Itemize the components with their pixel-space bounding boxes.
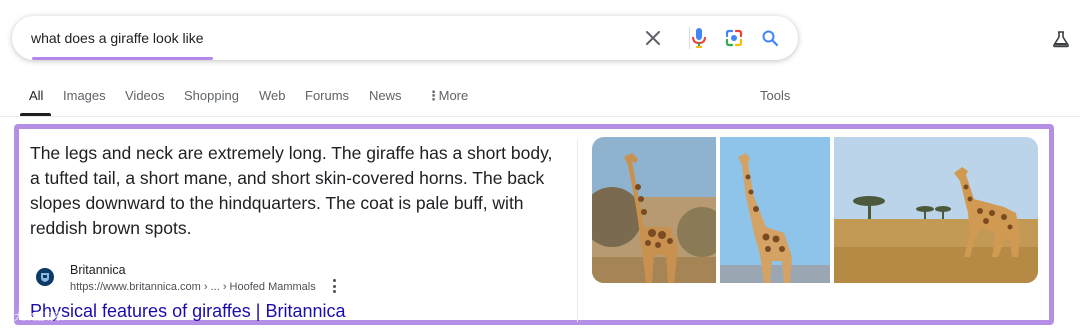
kebab-menu-icon[interactable] — [328, 279, 340, 293]
tab-images[interactable]: Images — [63, 88, 106, 103]
tab-shopping[interactable]: Shopping — [184, 88, 239, 103]
tab-more[interactable]: ⋮ More — [427, 88, 468, 104]
tabs-divider — [0, 116, 1080, 117]
tab-all[interactable]: All — [29, 88, 43, 103]
giraffe-image-2[interactable] — [720, 137, 830, 283]
search-tabs: All Images Videos Shopping Web Forums Ne… — [0, 0, 1080, 118]
card-divider — [577, 139, 578, 322]
giraffe-image-3[interactable] — [834, 137, 1038, 283]
britannica-favicon — [36, 268, 54, 286]
image-strip — [592, 137, 1038, 283]
site-url: https://www.britannica.com › ... › Hoofe… — [70, 281, 316, 293]
giraffe-image-1[interactable] — [592, 137, 716, 283]
site-name: Britannica — [70, 263, 126, 277]
tools-button[interactable]: Tools — [760, 88, 790, 103]
tab-news[interactable]: News — [369, 88, 402, 103]
tab-forums[interactable]: Forums — [305, 88, 349, 103]
result-title-link[interactable]: Physical features of giraffes | Britanni… — [30, 301, 346, 322]
source-info[interactable]: Britannica https://www.britannica.com › … — [30, 261, 570, 297]
tab-more-label: More — [438, 88, 469, 103]
watermark: D 大数据观察 — [4, 312, 64, 323]
tab-videos[interactable]: Videos — [125, 88, 165, 103]
snippet-text: The legs and neck are extremely long. Th… — [30, 143, 553, 238]
featured-snippet: The legs and neck are extremely long. Th… — [14, 124, 1054, 325]
tab-web[interactable]: Web — [259, 88, 286, 103]
more-dots-icon: ⋮ — [427, 88, 440, 103]
